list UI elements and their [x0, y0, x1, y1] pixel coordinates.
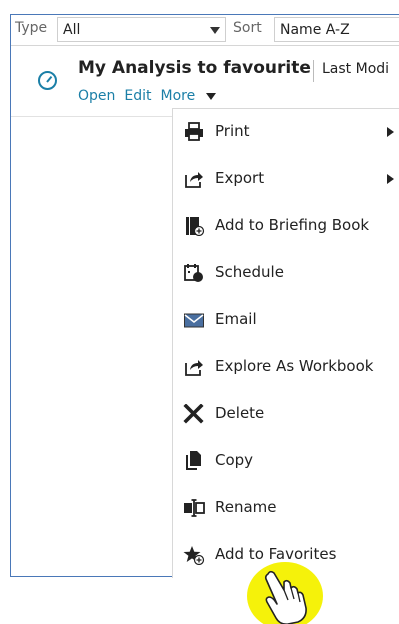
last-modified-label: Last Modi: [322, 61, 390, 77]
open-link[interactable]: Open: [78, 88, 115, 104]
schedule-icon: [184, 264, 203, 282]
submenu-arrow-icon: [387, 127, 394, 137]
menu-item-rename[interactable]: Rename: [173, 493, 399, 523]
hand-pointer-cursor-icon: [247, 562, 323, 624]
type-select-value: All: [63, 22, 81, 38]
chevron-down-icon: [210, 27, 220, 34]
more-link-label: More: [160, 88, 196, 104]
analysis-gauge-icon: [38, 71, 57, 90]
add-favorite-icon: [183, 546, 205, 565]
sort-select[interactable]: Name A-Z: [274, 17, 399, 42]
delete-icon: [183, 404, 204, 424]
rename-icon: [184, 499, 205, 517]
menu-item-add-to-briefing-book[interactable]: Add to Briefing Book: [173, 211, 399, 241]
export-icon: [185, 172, 203, 188]
menu-item-label: Explore As Workbook: [215, 357, 374, 375]
more-menu: Print Export Add to Briefing Book Schedu…: [172, 108, 399, 578]
divider: [313, 60, 314, 82]
menu-item-label: Email: [215, 310, 257, 328]
copy-icon: [186, 451, 201, 470]
email-icon: [184, 313, 204, 328]
printer-icon: [185, 122, 203, 141]
item-title[interactable]: My Analysis to favourite: [78, 58, 311, 78]
menu-item-print[interactable]: Print: [173, 117, 399, 147]
menu-item-label: Schedule: [215, 263, 284, 281]
menu-item-label: Rename: [215, 498, 277, 516]
caret-down-icon: [206, 92, 217, 100]
menu-item-delete[interactable]: Delete: [173, 399, 399, 429]
menu-item-label: Print: [215, 122, 250, 140]
menu-item-label: Copy: [215, 451, 254, 469]
more-link[interactable]: More: [161, 88, 226, 104]
item-actions: Open Edit More: [78, 88, 225, 104]
edit-link[interactable]: Edit: [124, 88, 151, 104]
menu-item-label: Export: [215, 169, 265, 187]
type-label: Type: [15, 20, 48, 36]
menu-item-schedule[interactable]: Schedule: [173, 258, 399, 288]
briefing-book-icon: [186, 217, 205, 236]
filter-bar: Type All Sort Name A-Z: [11, 15, 399, 46]
explore-icon: [185, 360, 203, 376]
menu-item-label: Add to Favorites: [215, 545, 337, 563]
menu-item-copy[interactable]: Copy: [173, 446, 399, 476]
catalog-item-row[interactable]: My Analysis to favourite Last Modi Open E…: [11, 46, 399, 117]
submenu-arrow-icon: [387, 174, 394, 184]
menu-item-email[interactable]: Email: [173, 305, 399, 335]
menu-item-explore-as-workbook[interactable]: Explore As Workbook: [173, 352, 399, 382]
type-select[interactable]: All: [57, 17, 226, 42]
sort-label: Sort: [233, 20, 262, 36]
catalog-panel: Type All Sort Name A-Z My Analysis to fa…: [10, 14, 399, 578]
sort-select-value: Name A-Z: [280, 22, 350, 38]
menu-item-label: Add to Briefing Book: [215, 216, 370, 234]
menu-item-export[interactable]: Export: [173, 164, 399, 194]
menu-item-label: Delete: [215, 404, 265, 422]
